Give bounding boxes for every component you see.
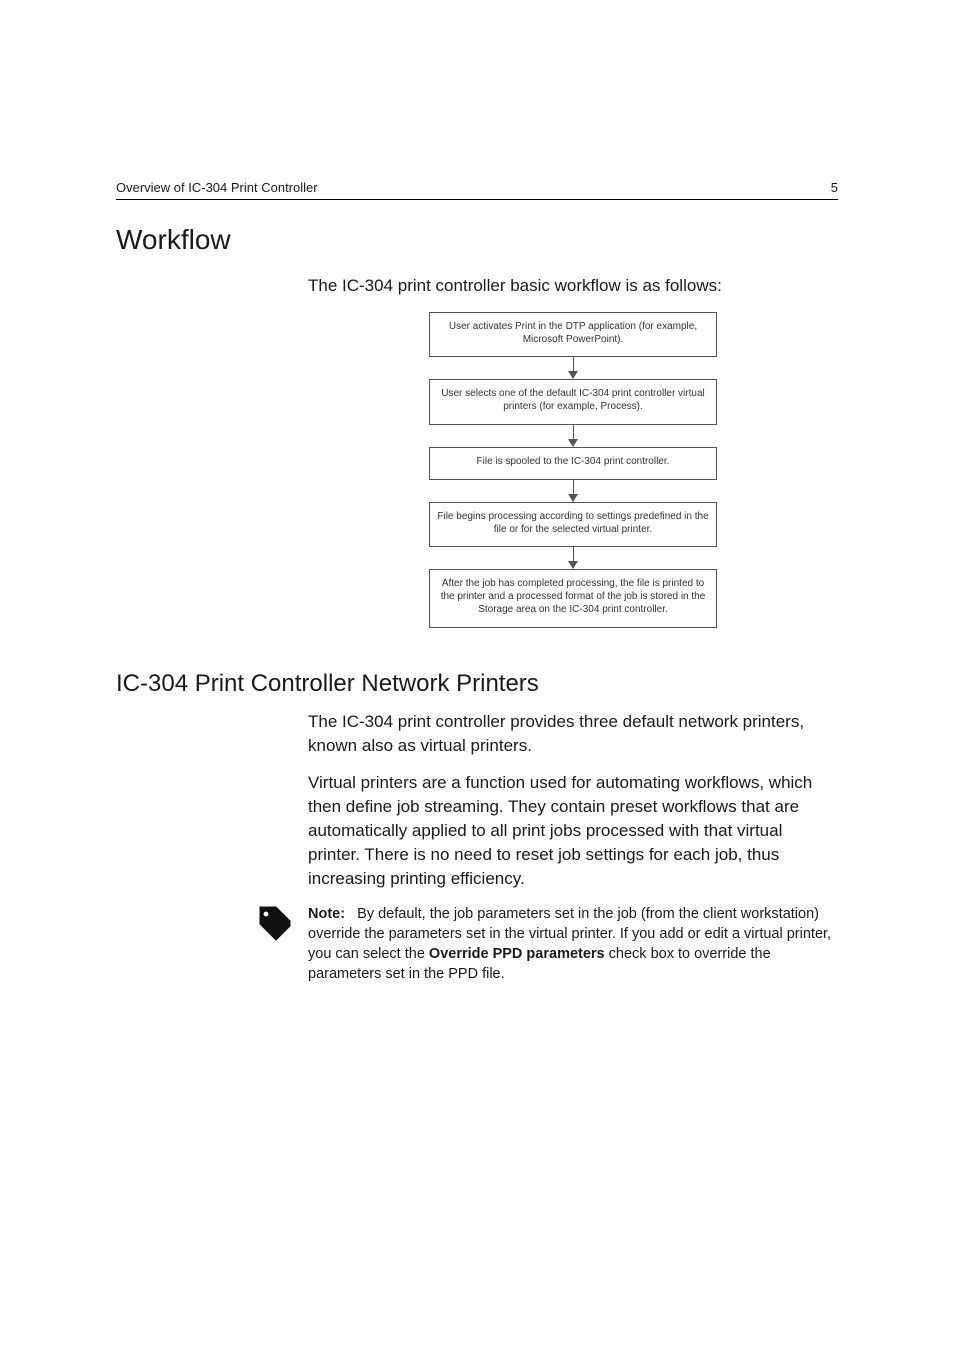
section-workflow-heading: Workflow [116,224,838,256]
flow-step-1: User activates Print in the DTP applicat… [429,312,717,358]
note-label: Note: [308,906,345,922]
flow-arrow-icon [429,480,717,502]
flow-step-5: After the job has completed processing, … [429,569,717,627]
section-network-printers-heading: IC-304 Print Controller Network Printers [116,670,838,698]
note-bold-term: Override PPD parameters [429,946,605,962]
workflow-body: The IC-304 print controller basic workfl… [308,274,838,628]
np-paragraph-1: The IC-304 print controller provides thr… [308,710,838,758]
np-paragraph-2: Virtual printers are a function used for… [308,771,838,890]
flow-arrow-icon [429,357,717,379]
flow-arrow-icon [429,425,717,447]
note-tag-icon [254,904,294,949]
note-block: Note: By default, the job parameters set… [308,904,838,984]
flow-step-2: User selects one of the default IC-304 p… [429,379,717,425]
flow-arrow-icon [429,547,717,569]
page: Overview of IC-304 Print Controller 5 Wo… [0,0,954,1350]
running-title: Overview of IC-304 Print Controller [116,180,318,195]
running-header: Overview of IC-304 Print Controller 5 [116,180,838,200]
network-printers-body: The IC-304 print controller provides thr… [308,710,838,985]
workflow-intro: The IC-304 print controller basic workfl… [308,274,838,298]
note-text: Note: By default, the job parameters set… [308,904,838,984]
page-number: 5 [831,180,838,195]
workflow-flowchart: User activates Print in the DTP applicat… [429,312,717,628]
flow-step-4: File begins processing according to sett… [429,502,717,548]
flow-step-3: File is spooled to the IC-304 print cont… [429,447,717,480]
